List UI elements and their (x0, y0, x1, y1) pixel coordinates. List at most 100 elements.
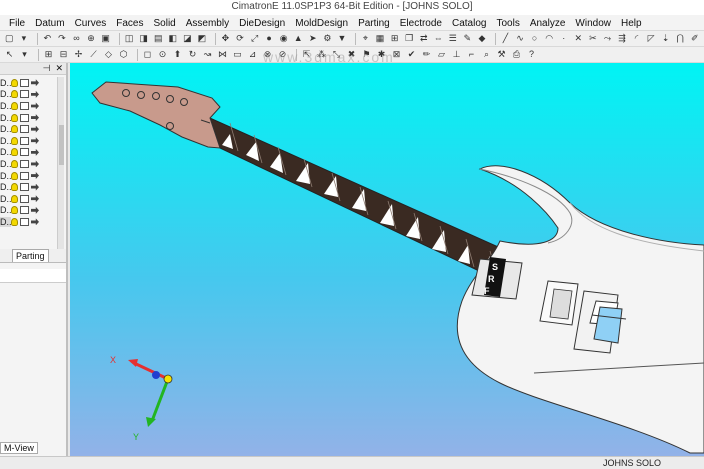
section-icon[interactable]: ◩ (197, 33, 208, 44)
revolve-icon[interactable]: ↻ (187, 49, 198, 60)
axis-icon[interactable]: ⊥ (451, 49, 462, 60)
wire-icon[interactable]: ▤ (153, 33, 164, 44)
copy-icon[interactable]: ❐ (404, 33, 415, 44)
layer-icon[interactable]: ◫ (124, 33, 135, 44)
plane-icon[interactable]: ▱ (436, 49, 447, 60)
snap-icon[interactable]: ⊞ (389, 33, 400, 44)
mirror-icon[interactable]: ⇄ (418, 33, 429, 44)
offset-icon[interactable]: ⇶ (617, 33, 628, 44)
menu-electrode[interactable]: Electrode (395, 18, 447, 29)
menu-diedesign[interactable]: DieDesign (234, 18, 290, 29)
box-icon[interactable]: ◻ (142, 49, 153, 60)
check-icon[interactable]: ✔ (406, 49, 417, 60)
light-bulb-icon[interactable]: ● (264, 33, 275, 44)
visibility-bulb-icon[interactable] (11, 136, 18, 145)
spline-icon[interactable]: ∿ (515, 33, 526, 44)
layer-icon[interactable] (20, 90, 29, 99)
color-icon[interactable]: ◆ (477, 33, 488, 44)
show-icon[interactable]: ◪ (182, 33, 193, 44)
scrollbar-thumb[interactable] (59, 125, 64, 165)
visibility-bulb-icon[interactable] (11, 171, 18, 180)
render-icon[interactable]: ◉ (278, 33, 289, 44)
tab-m-view[interactable]: M-View (0, 442, 38, 454)
close-icon[interactable]: ✕ (55, 63, 63, 74)
parting-list[interactable] (0, 269, 66, 283)
layer-icon[interactable] (20, 78, 29, 87)
tree-row[interactable]: D... (0, 77, 60, 89)
gear-icon[interactable]: ⚙ (322, 33, 333, 44)
layer-icon[interactable] (20, 194, 29, 203)
ucs-icon[interactable]: ⌐ (466, 49, 477, 60)
graphics-viewport[interactable]: S R F X Y (70, 63, 704, 456)
triangle-icon[interactable]: ▲ (293, 33, 304, 44)
menu-file[interactable]: File (4, 18, 30, 29)
layer-icon[interactable] (20, 171, 29, 180)
tree-row[interactable]: D... (0, 205, 60, 217)
tree-row[interactable]: D... (0, 147, 60, 159)
feature-icon[interactable]: ⊞ (43, 49, 54, 60)
body-icon[interactable]: ⬡ (118, 49, 129, 60)
menu-analyze[interactable]: Analyze (525, 18, 571, 29)
menu-curves[interactable]: Curves (70, 18, 112, 29)
hide-icon[interactable]: ◧ (168, 33, 179, 44)
edge-icon[interactable]: ⟋ (88, 49, 99, 60)
tree-row[interactable]: D... (0, 170, 60, 182)
menu-datum[interactable]: Datum (30, 18, 69, 29)
grid-icon[interactable]: ▦ (375, 33, 386, 44)
intersect-icon[interactable]: ⋂ (675, 33, 686, 44)
visibility-bulb-icon[interactable] (11, 159, 18, 168)
visibility-bulb-icon[interactable] (11, 101, 18, 110)
print-icon[interactable]: ⎙ (511, 49, 522, 60)
point-icon[interactable]: · (558, 33, 569, 44)
select-icon[interactable]: ↖ (4, 49, 15, 60)
undo-icon[interactable]: ↶ (42, 33, 53, 44)
layer-icon[interactable] (20, 217, 29, 226)
visibility-bulb-icon[interactable] (11, 125, 18, 134)
visibility-bulb-icon[interactable] (11, 206, 18, 215)
guitar-neck[interactable] (209, 117, 526, 289)
fillet-icon[interactable]: ◜ (631, 33, 642, 44)
cylinder-icon[interactable]: ⊙ (157, 49, 168, 60)
extrude-icon[interactable]: ⬆ (172, 49, 183, 60)
layer-icon[interactable] (20, 148, 29, 157)
tree-row[interactable]: D... (0, 112, 60, 124)
filter-icon[interactable]: ▼ (337, 33, 348, 44)
tree-row[interactable]: D... (0, 158, 60, 170)
trim-icon[interactable]: ✂ (588, 33, 599, 44)
cube-view-icon[interactable]: ▣ (100, 33, 111, 44)
pan-icon[interactable]: ✥ (220, 33, 231, 44)
line-icon[interactable]: ╱ (500, 33, 511, 44)
project-icon[interactable]: ⇣ (660, 33, 671, 44)
menu-molddesign[interactable]: MoldDesign (290, 18, 353, 29)
visibility-bulb-icon[interactable] (11, 90, 18, 99)
arc-icon[interactable]: ◠ (544, 33, 555, 44)
tree-row[interactable]: D... (0, 193, 60, 205)
menu-catalog[interactable]: Catalog (447, 18, 491, 29)
guitar-model[interactable]: S R F X Y (70, 63, 704, 456)
layer-icon[interactable] (20, 125, 29, 134)
shade-icon[interactable]: ◨ (138, 33, 149, 44)
tree-row[interactable]: D... (0, 135, 60, 147)
view-glasses-icon[interactable]: ∞ (71, 33, 82, 44)
visibility-bulb-icon[interactable] (11, 183, 18, 192)
menu-help[interactable]: Help (616, 18, 647, 29)
analyze-icon[interactable]: ⌕ (481, 49, 492, 60)
nc-icon[interactable]: ⚒ (496, 49, 507, 60)
tree-row[interactable]: D... (0, 89, 60, 101)
menu-solid[interactable]: Solid (149, 18, 181, 29)
tree-row[interactable]: D... (0, 123, 60, 135)
tree-icon[interactable]: ⊟ (58, 49, 69, 60)
tree-row[interactable]: D... (0, 216, 60, 228)
menu-assembly[interactable]: Assembly (181, 18, 234, 29)
draft-icon[interactable]: ⊿ (247, 49, 258, 60)
redo-icon[interactable]: ↷ (57, 33, 68, 44)
help-icon[interactable]: ? (526, 49, 537, 60)
face-icon[interactable]: ◇ (103, 49, 114, 60)
extend-icon[interactable]: ⤳ (602, 33, 613, 44)
menu-faces[interactable]: Faces (111, 18, 148, 29)
sweep-icon[interactable]: ↝ (202, 49, 213, 60)
edit-icon[interactable]: ✐ (690, 33, 701, 44)
align-icon[interactable]: ⇔ (433, 33, 444, 44)
layer-icon[interactable] (20, 159, 29, 168)
layer-icon[interactable] (20, 113, 29, 122)
